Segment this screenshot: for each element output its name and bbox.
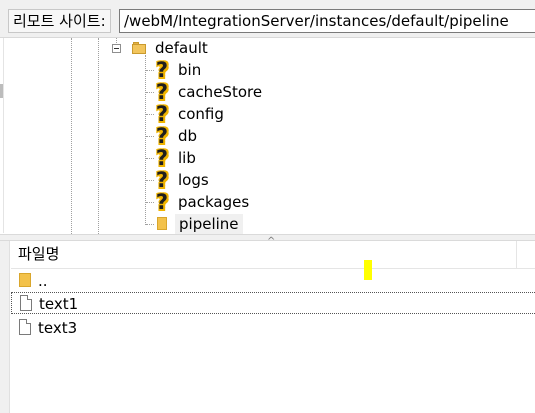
file-name: text3 bbox=[38, 319, 78, 337]
sort-ascending-icon: ^ bbox=[267, 236, 276, 247]
tree-item-packages[interactable]: packages bbox=[178, 192, 249, 212]
question-folder-icon: ? bbox=[155, 168, 169, 192]
column-separator[interactable] bbox=[516, 241, 517, 269]
remote-site-label: 리모트 사이트: bbox=[8, 9, 111, 33]
remote-path-input[interactable]: /webM/IntegrationServer/instances/defaul… bbox=[119, 9, 535, 33]
scroll-nub bbox=[0, 84, 3, 98]
file-row-text3[interactable]: text3 bbox=[11, 317, 535, 339]
folder-icon bbox=[157, 216, 167, 230]
file-list-left-edge bbox=[0, 241, 10, 413]
question-folder-icon: ? bbox=[155, 124, 169, 148]
remote-file-list[interactable]: 파일명 ^ .. text1 text3 bbox=[0, 237, 535, 413]
file-name: text1 bbox=[39, 295, 79, 313]
folder-open-icon bbox=[132, 42, 146, 54]
folder-icon bbox=[19, 273, 31, 287]
question-folder-icon: ? bbox=[155, 58, 169, 82]
tree-item-db[interactable]: db bbox=[178, 126, 197, 146]
tree-item-config[interactable]: config bbox=[178, 104, 224, 124]
collapse-toggle[interactable] bbox=[112, 44, 121, 53]
file-name: .. bbox=[38, 272, 48, 290]
file-row-parent[interactable]: .. bbox=[11, 270, 535, 292]
tree-item-cachestore[interactable]: cacheStore bbox=[178, 82, 262, 102]
question-folder-icon: ? bbox=[155, 102, 169, 126]
file-icon bbox=[20, 295, 32, 311]
tree-guide-line bbox=[98, 38, 99, 234]
question-folder-icon: ? bbox=[155, 190, 169, 214]
question-folder-icon: ? bbox=[155, 80, 169, 104]
tree-item-default[interactable]: default bbox=[155, 38, 208, 58]
tree-item-pipeline[interactable]: pipeline bbox=[175, 214, 243, 234]
tree-guide-line bbox=[71, 38, 72, 234]
file-icon bbox=[19, 319, 31, 335]
tree-guide-line bbox=[116, 38, 117, 43]
tree-item-logs[interactable]: logs bbox=[178, 170, 209, 190]
remote-directory-tree[interactable]: default ? bin ? cacheStore ? config ? db… bbox=[4, 38, 535, 234]
column-header-filename[interactable]: 파일명 bbox=[18, 244, 59, 264]
file-list-header: 파일명 ^ bbox=[11, 237, 535, 269]
remote-site-bar: 리모트 사이트: /webM/IntegrationServer/instanc… bbox=[0, 0, 535, 38]
tree-guide-line bbox=[145, 55, 146, 225]
question-folder-icon: ? bbox=[155, 146, 169, 170]
tree-item-lib[interactable]: lib bbox=[178, 148, 196, 168]
file-row-text1[interactable]: text1 bbox=[11, 292, 535, 314]
tree-connector bbox=[146, 224, 154, 225]
tree-item-bin[interactable]: bin bbox=[178, 60, 201, 80]
